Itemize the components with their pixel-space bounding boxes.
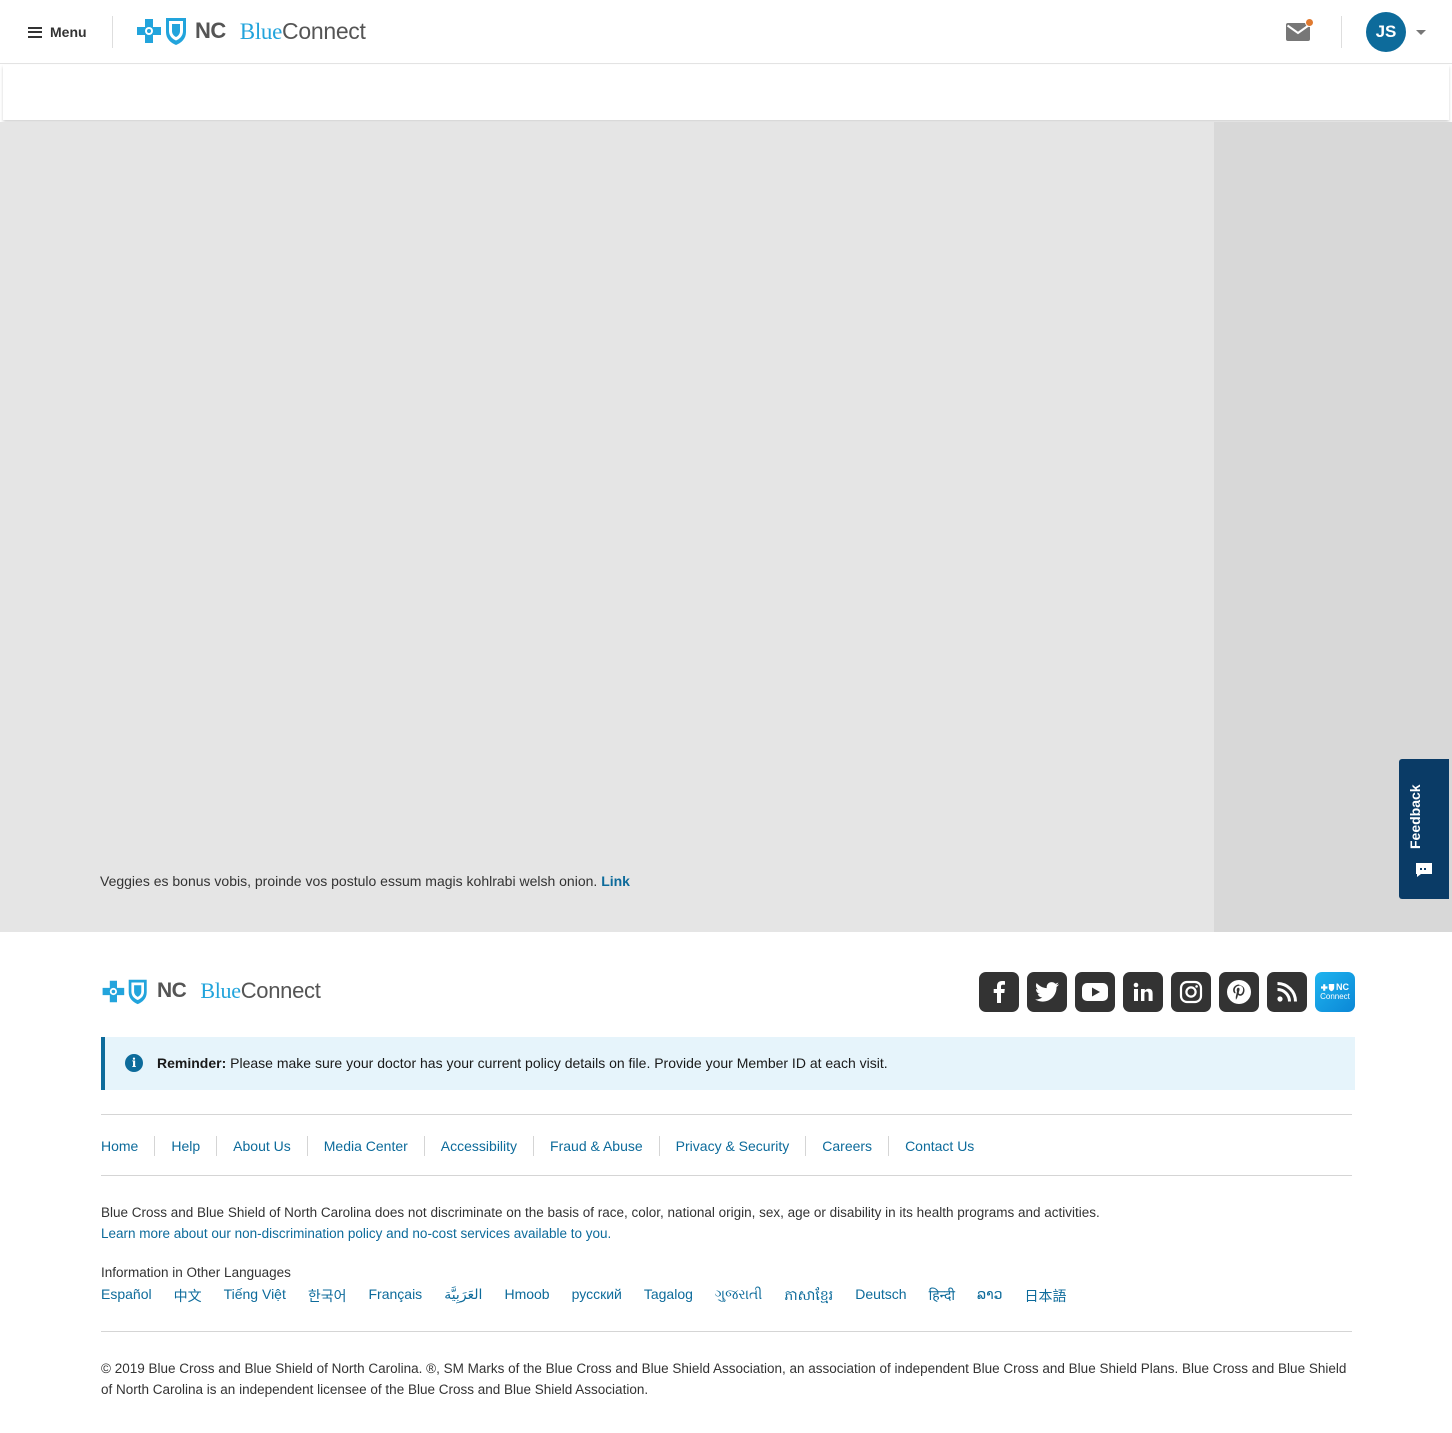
language-link-hmong[interactable]: Hmoob — [504, 1286, 549, 1307]
bcbs-cross-shield-icon — [137, 18, 186, 45]
header-divider — [1341, 16, 1342, 48]
footer-link-home[interactable]: Home — [101, 1136, 154, 1156]
language-link-french[interactable]: Français — [369, 1286, 423, 1307]
footer-nav: Home Help About Us Media Center Accessib… — [101, 1136, 990, 1156]
footer-link-careers[interactable]: Careers — [805, 1136, 888, 1156]
linkedin-icon[interactable] — [1123, 972, 1163, 1012]
language-link-korean[interactable]: 한국어 — [308, 1286, 347, 1307]
footer-link-privacy-security[interactable]: Privacy & Security — [658, 1136, 806, 1156]
app-icon-top: NC — [1321, 983, 1349, 992]
footer-divider — [101, 1114, 1352, 1115]
language-link-khmer[interactable]: ភាសាខ្មែរ — [784, 1286, 833, 1307]
body-paragraph: Veggies es bonus vobis, proinde vos post… — [100, 873, 630, 889]
footer-link-help[interactable]: Help — [154, 1136, 216, 1156]
logo-blue-connect-text: BlueConnect — [200, 978, 321, 1003]
language-link-german[interactable]: Deutsch — [855, 1286, 906, 1307]
languages-heading: Information in Other Languages — [101, 1265, 291, 1280]
reminder-text: Reminder: Please make sure your doctor h… — [157, 1055, 888, 1071]
user-avatar[interactable]: JS — [1366, 12, 1406, 52]
reminder-banner: i Reminder: Please make sure your doctor… — [101, 1037, 1355, 1090]
logo-nc-text: NC — [195, 18, 226, 43]
youtube-icon[interactable] — [1075, 972, 1115, 1012]
footer-link-media-center[interactable]: Media Center — [306, 1136, 424, 1156]
info-icon: i — [125, 1054, 143, 1072]
main-content-area — [0, 122, 1214, 932]
language-link-hindi[interactable]: हिन्दी — [929, 1286, 955, 1307]
body-text: Veggies es bonus vobis, proinde vos post… — [100, 873, 598, 889]
instagram-icon[interactable] — [1171, 972, 1211, 1012]
notification-badge — [1305, 18, 1314, 27]
language-link-chinese[interactable]: 中文 — [174, 1286, 202, 1307]
feedback-label: Feedback — [1407, 784, 1423, 849]
menu-label: Menu — [50, 24, 87, 40]
bcbs-cross-shield-icon — [1321, 984, 1335, 992]
language-link-vietnamese[interactable]: Tiếng Việt — [224, 1286, 286, 1307]
language-link-arabic[interactable]: العَرَبِيَّة — [444, 1286, 482, 1307]
language-links: Español 中文 Tiếng Việt 한국어 Français العَر… — [101, 1286, 1089, 1307]
footer-divider — [101, 1175, 1352, 1176]
language-link-japanese[interactable]: 日本語 — [1025, 1286, 1067, 1307]
chevron-down-icon[interactable] — [1416, 30, 1426, 35]
non-discrimination-link[interactable]: Learn more about our non-discrimination … — [101, 1226, 611, 1241]
header-logo[interactable]: NC BlueConnect — [137, 16, 366, 46]
feedback-tab[interactable]: Feedback — [1399, 759, 1449, 899]
menu-button[interactable]: Menu — [28, 20, 87, 44]
pinterest-icon[interactable] — [1219, 972, 1259, 1012]
facebook-icon[interactable] — [979, 972, 1019, 1012]
footer-link-fraud-abuse[interactable]: Fraud & Abuse — [533, 1136, 659, 1156]
app-icon-label: Connect — [1320, 992, 1350, 1001]
bcbs-cross-shield-icon — [102, 979, 147, 1004]
language-link-russian[interactable]: русский — [572, 1286, 622, 1307]
twitter-icon[interactable] — [1027, 972, 1067, 1012]
footer-link-contact-us[interactable]: Contact Us — [888, 1136, 990, 1156]
footer-link-about-us[interactable]: About Us — [216, 1136, 307, 1156]
language-link-tagalog[interactable]: Tagalog — [644, 1286, 693, 1307]
language-link-gujarati[interactable]: ગુજરાતી — [715, 1286, 762, 1307]
language-link-spanish[interactable]: Español — [101, 1286, 152, 1307]
disclaimer-text: Blue Cross and Blue Shield of North Caro… — [101, 1205, 1100, 1220]
sub-header-bar — [3, 65, 1449, 120]
body-link[interactable]: Link — [601, 873, 630, 889]
non-discrimination-notice: Blue Cross and Blue Shield of North Caro… — [101, 1202, 1100, 1244]
rss-icon[interactable] — [1267, 972, 1307, 1012]
footer-link-accessibility[interactable]: Accessibility — [423, 1136, 533, 1156]
logo-blue-connect-text: BlueConnect — [239, 17, 366, 44]
header-divider — [112, 16, 113, 48]
copyright-text: © 2019 Blue Cross and Blue Shield of Nor… — [101, 1361, 1347, 1397]
footer-logo[interactable]: NC BlueConnect — [101, 977, 321, 1005]
logo-nc-text: NC — [157, 979, 187, 1002]
language-link-lao[interactable]: ລາວ — [977, 1286, 1003, 1307]
blue-connect-app-icon[interactable]: NC Connect — [1315, 972, 1355, 1012]
hamburger-icon — [28, 26, 42, 38]
chat-bubble-icon — [1416, 863, 1432, 877]
footer-divider — [101, 1331, 1352, 1332]
